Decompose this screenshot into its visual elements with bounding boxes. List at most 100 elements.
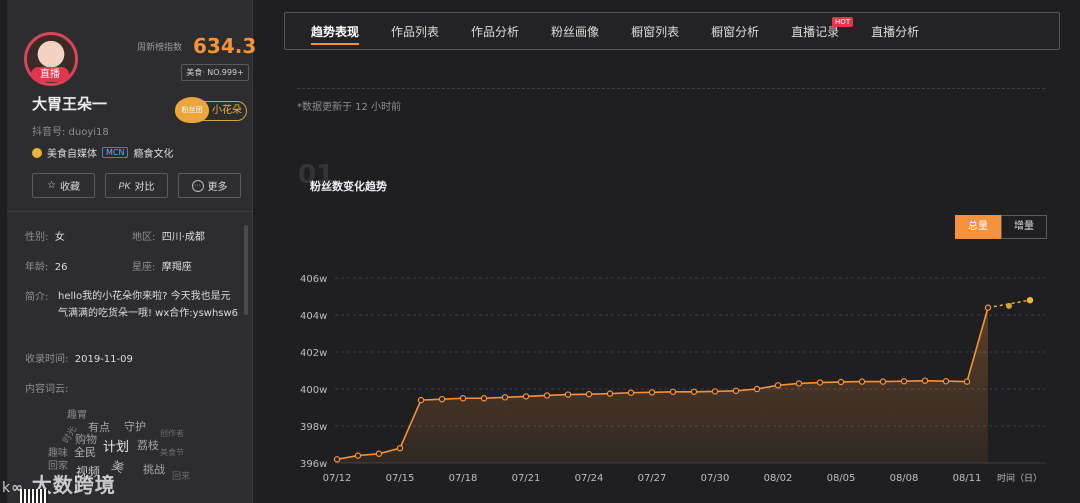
collect-label: 收录时间:: [25, 354, 69, 365]
data-point: [627, 389, 635, 396]
collect-value: 2019-11-09: [74, 354, 133, 365]
rank-tag[interactable]: 美食· NO.999+: [181, 64, 249, 81]
tab-works-analysis[interactable]: 作品分析: [455, 13, 535, 50]
data-point: [480, 395, 488, 402]
x-tick-label: 07/12: [323, 473, 352, 484]
pk-icon: PK: [118, 180, 131, 191]
data-point: [669, 388, 677, 395]
y-tick-label: 404w: [300, 311, 327, 322]
tab-works-list[interactable]: 作品列表: [375, 13, 455, 50]
rank-value: 634.3: [193, 34, 257, 58]
tab-trend[interactable]: 趋势表现: [295, 13, 375, 50]
author-name: 大胃王朵一: [32, 95, 108, 113]
cloud-word: 荔枝: [137, 439, 159, 452]
word-cloud-label-text: 内容词云:: [25, 384, 69, 395]
collect-row: 收录时间: 2019-11-09: [25, 350, 133, 365]
scrollbar[interactable]: [244, 225, 248, 315]
tab-label: 橱窗分析: [711, 24, 760, 39]
tab-label: 作品列表: [391, 24, 440, 39]
data-point: [501, 394, 509, 401]
data-point: [564, 391, 572, 398]
data-point: [375, 450, 383, 457]
cloud-word: 回来: [172, 472, 191, 482]
rank-label: 周新榜指数: [137, 43, 183, 53]
action-buttons: ☆ 收藏 PK 对比 ··· 更多: [32, 173, 241, 198]
heart-icon: 粉丝团: [175, 97, 209, 123]
zodiac-row: 星座: 摩羯座: [132, 258, 192, 273]
data-point: [963, 378, 971, 385]
qr-code-icon: [20, 489, 48, 503]
compare-label: 对比: [134, 182, 155, 193]
increment-toggle[interactable]: 增量: [1001, 215, 1047, 239]
x-tick-label: 07/27: [638, 473, 667, 484]
x-tick-label: 07/24: [575, 473, 604, 484]
tab-label: 作品分析: [471, 24, 520, 39]
data-point: [333, 456, 341, 463]
tab-label: 直播记录: [791, 24, 840, 39]
data-point: [396, 445, 404, 452]
tab-live-records[interactable]: 直播记录 HOT: [775, 13, 855, 50]
tab-showcase-analysis[interactable]: 橱窗分析: [695, 13, 775, 50]
series-area: [337, 307, 988, 463]
zodiac-value: 摩羯座: [161, 262, 192, 273]
data-point: [585, 390, 593, 398]
mcn-name[interactable]: 瘾食文化: [133, 145, 173, 160]
compare-button[interactable]: PK 对比: [105, 173, 168, 198]
data-point: [984, 304, 992, 311]
total-toggle[interactable]: 总量: [955, 215, 1001, 239]
data-point: [648, 389, 656, 396]
forecast-line: [987, 299, 1031, 309]
y-tick-label: 396w: [300, 459, 327, 470]
cloud-word: 守护: [124, 420, 146, 433]
x-tick-label: 08/11: [953, 473, 982, 484]
data-point: [858, 378, 866, 385]
data-point: [795, 380, 803, 387]
data-point: [543, 392, 551, 399]
age-label: 年龄:: [25, 262, 49, 273]
data-point: [690, 388, 698, 395]
x-tick-label: 08/02: [764, 473, 793, 484]
tab-bar: 趋势表现 作品列表 作品分析 粉丝画像 橱窗列表 橱窗分析 直播记录 HOT 直播…: [284, 12, 1060, 50]
live-badge[interactable]: 直播: [31, 67, 69, 82]
data-point: [921, 377, 929, 384]
data-point: [459, 395, 467, 402]
data-point: [753, 385, 761, 393]
x-tick-label: 07/18: [449, 473, 478, 484]
more-icon: ···: [191, 179, 204, 192]
data-point: [942, 378, 950, 385]
divider: [297, 88, 1045, 89]
more-label: 更多: [207, 182, 228, 193]
bio-label-text: 简介:: [25, 292, 49, 303]
series-line: [336, 307, 989, 461]
verified-icon: [32, 147, 42, 158]
region-label: 地区:: [132, 232, 156, 243]
divider: [7, 211, 253, 212]
gender-row: 性别: 女: [25, 228, 65, 243]
cloud-word: 全民: [74, 446, 96, 459]
tab-fans-profile[interactable]: 粉丝画像: [535, 13, 615, 50]
star-icon: ☆: [47, 180, 56, 191]
mcn-badge: MCN: [102, 147, 129, 158]
tab-showcase-list[interactable]: 橱窗列表: [615, 13, 695, 50]
cloud-word: 创作者: [160, 429, 184, 438]
region-row: 地区: 四川·成都: [132, 228, 205, 243]
data-point: [774, 382, 782, 389]
data-point: [438, 395, 446, 403]
x-tick-label: 07/30: [701, 473, 730, 484]
y-tick-label: 398w: [300, 422, 327, 433]
age-value: 26: [54, 262, 68, 273]
cloud-word: 挑战: [143, 463, 165, 476]
data-point: [879, 378, 887, 385]
update-note: *数据更新于 12 小时前: [297, 102, 402, 113]
cloud-word: 计划: [103, 440, 130, 455]
douyin-id: 抖音号: duoyi18: [32, 127, 109, 138]
tab-live-analysis[interactable]: 直播分析: [855, 13, 935, 50]
x-tick-label: 08/05: [827, 473, 856, 484]
more-button[interactable]: ··· 更多: [178, 173, 241, 198]
data-point: [837, 378, 845, 386]
data-point: [900, 378, 908, 385]
gender-value: 女: [54, 232, 65, 243]
favorite-button[interactable]: ☆ 收藏: [32, 173, 95, 198]
data-point: [732, 387, 740, 395]
bio-text: hello我的小花朵你来啦? 今天我也是元气满满的吃货朵一哦! wx合作:ysw…: [58, 291, 239, 319]
